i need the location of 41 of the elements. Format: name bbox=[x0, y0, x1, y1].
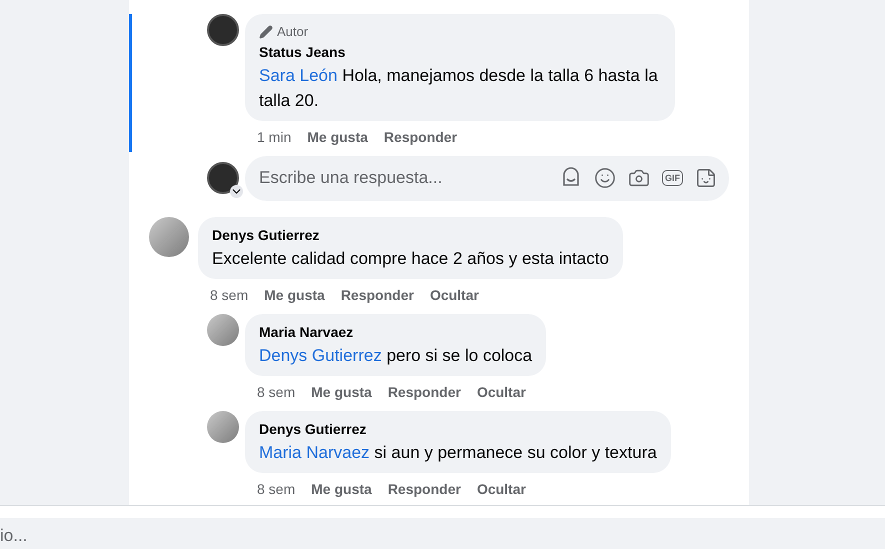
avatar-sticker-icon[interactable] bbox=[560, 167, 582, 189]
avatar-photo bbox=[149, 216, 189, 256]
commenter-name[interactable]: Denys Gutierrez bbox=[259, 418, 657, 440]
author-label: Autor bbox=[277, 23, 308, 41]
comment-time: 8 sem bbox=[210, 286, 248, 304]
comment-action-link[interactable]: Me gusta bbox=[307, 126, 368, 148]
avatar-logo bbox=[207, 14, 239, 46]
comment-action-link[interactable]: Responder bbox=[388, 478, 461, 500]
sticker-icon[interactable] bbox=[695, 167, 717, 189]
chevron-icon[interactable] bbox=[230, 185, 243, 198]
mention-link[interactable]: Maria Narvaez bbox=[259, 442, 370, 462]
comment-time: 8 sem bbox=[257, 382, 296, 402]
comment-text: Denys Gutierrez pero si se lo coloca bbox=[259, 344, 532, 366]
comment-text: Maria Narvaez si aun y permanece su color y textura bbox=[259, 442, 657, 464]
comment-input-field[interactable]: io... bbox=[0, 518, 885, 549]
reply-input-field[interactable]: Escribe una respuesta... GIF bbox=[245, 156, 729, 200]
comment-action-link[interactable]: Responder bbox=[340, 284, 414, 306]
commenter-name[interactable]: Maria Narvaez bbox=[259, 322, 532, 342]
comment-action-link[interactable]: Ocultar bbox=[476, 382, 526, 402]
camera-icon[interactable] bbox=[628, 167, 650, 189]
comment-time: 8 sem bbox=[257, 480, 296, 498]
comment-action-link[interactable]: Ocultar bbox=[476, 478, 526, 500]
comment-action-link[interactable]: Responder bbox=[388, 382, 461, 402]
comment-action-link[interactable]: Me gusta bbox=[311, 478, 372, 500]
comment-text: Excelente calidad compre hace 2 años y esta intacto bbox=[212, 248, 609, 270]
mention-link[interactable]: Sara León bbox=[259, 66, 338, 84]
avatar-photo bbox=[207, 410, 239, 442]
emoji-icon[interactable] bbox=[594, 167, 616, 189]
pencil-icon bbox=[259, 24, 273, 39]
mention-link[interactable]: Denys Gutierrez bbox=[259, 346, 382, 364]
comment-action-link[interactable]: Ocultar bbox=[430, 284, 479, 306]
commenter-name[interactable]: Status Jeans bbox=[259, 42, 661, 62]
gif-button[interactable]: GIF bbox=[662, 170, 683, 186]
comment-time: 1 min bbox=[257, 128, 292, 146]
comment-action-link[interactable]: Responder bbox=[384, 126, 458, 148]
avatar-logo bbox=[207, 162, 239, 194]
comment-text: Sara León Hola, manejamos desde la talla 6 hasta la talla 20. bbox=[259, 64, 659, 112]
commenter-name[interactable]: Denys Gutierrez bbox=[212, 224, 609, 246]
comment-action-link[interactable]: Me gusta bbox=[264, 284, 325, 306]
avatar-photo bbox=[207, 314, 239, 346]
comment-action-link[interactable]: Me gusta bbox=[311, 382, 372, 402]
